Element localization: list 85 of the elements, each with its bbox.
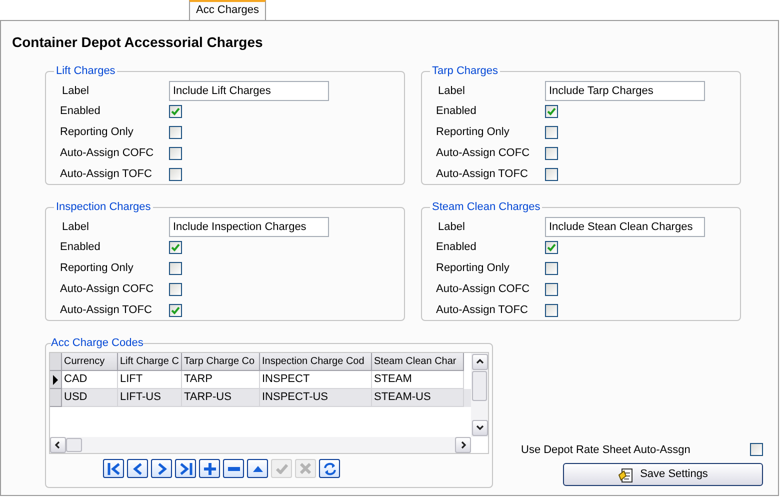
- option-label: Reporting Only: [60, 261, 134, 276]
- checkbox[interactable]: [169, 283, 182, 296]
- checkmark-icon: [276, 464, 288, 474]
- refresh-icon: [322, 462, 336, 476]
- column-header[interactable]: Tarp Charge Co: [182, 353, 260, 371]
- checkbox[interactable]: [545, 126, 558, 139]
- checkbox[interactable]: [169, 126, 182, 139]
- checkbox[interactable]: [545, 147, 558, 160]
- triangle-up-icon: [252, 466, 262, 472]
- option-label: Auto-Assign TOFC: [60, 303, 153, 318]
- navigator-first-button[interactable]: [103, 459, 124, 478]
- navigator-up-button[interactable]: [247, 459, 268, 478]
- option-label: Auto-Assign COFC: [60, 282, 155, 298]
- navigator-remove-button[interactable]: [223, 459, 244, 478]
- next-icon: [156, 462, 166, 474]
- option-label: Enabled: [436, 240, 478, 256]
- save-settings-button[interactable]: Save Settings: [563, 463, 763, 486]
- option-label: Auto-Assign TOFC: [60, 167, 153, 182]
- checkbox[interactable]: [750, 443, 763, 456]
- option-label: Auto-Assign TOFC: [436, 167, 529, 182]
- option-label: Auto-Assign COFC: [60, 146, 155, 162]
- column-header[interactable]: Lift Charge C: [118, 353, 182, 371]
- option-label: Reporting Only: [436, 125, 510, 140]
- minus-icon: [228, 466, 240, 470]
- field-label: Label: [61, 84, 90, 99]
- checkbox[interactable]: [169, 168, 182, 181]
- field-label: Label: [437, 220, 466, 235]
- plus-icon: [204, 462, 216, 474]
- table-cell: LIFT-US: [118, 389, 182, 407]
- tab[interactable]: Acc Charges: [189, 0, 266, 20]
- option-label: Auto-Assign COFC: [436, 282, 531, 298]
- checkbox[interactable]: [545, 241, 558, 254]
- checkbox[interactable]: [545, 168, 558, 181]
- label-field[interactable]: Include Tarp Charges: [545, 81, 705, 101]
- checkbox[interactable]: [545, 304, 558, 317]
- option-label: Enabled: [436, 104, 478, 120]
- group-legend: Acc Charge Codes: [51, 336, 144, 350]
- option-label: Enabled: [60, 104, 102, 120]
- scrollbar-thumb[interactable]: [472, 371, 487, 401]
- column-header[interactable]: Currency: [62, 353, 118, 371]
- horizontal-scrollbar[interactable]: [50, 437, 471, 453]
- auto-assign-label: Use Depot Rate Sheet Auto-Assgn: [521, 442, 690, 458]
- navigator-refresh-button[interactable]: [319, 459, 340, 478]
- navigator-add-button[interactable]: [199, 459, 220, 478]
- checkbox[interactable]: [169, 262, 182, 275]
- column-header[interactable]: Steam Clean Char: [372, 353, 464, 371]
- group-legend: Tarp Charges: [430, 64, 500, 78]
- current-row-icon: [53, 374, 58, 384]
- table-cell: TARP-US: [182, 389, 260, 407]
- scrollbar-thumb[interactable]: [66, 438, 82, 452]
- table-cell: INSPECT-US: [260, 389, 372, 407]
- checkbox[interactable]: [169, 241, 182, 254]
- cross-icon: [300, 463, 311, 474]
- checkbox[interactable]: [169, 105, 182, 118]
- previous-icon: [132, 462, 142, 474]
- group-legend: Lift Charges: [54, 64, 118, 78]
- page-title: Container Depot Accessorial Charges: [12, 33, 264, 51]
- checkbox[interactable]: [545, 262, 558, 275]
- checkbox[interactable]: [545, 283, 558, 296]
- checkbox[interactable]: [545, 105, 558, 118]
- group-legend: Steam Clean Charges: [430, 200, 542, 214]
- label-field[interactable]: Include Lift Charges: [169, 81, 329, 101]
- table-cell: STEAM-US: [372, 389, 464, 407]
- row-indicator[interactable]: [50, 371, 62, 389]
- last-icon: [178, 462, 192, 474]
- field-label: Label: [61, 220, 90, 235]
- option-label: Auto-Assign TOFC: [436, 303, 529, 318]
- navigator-last-button[interactable]: [175, 459, 196, 478]
- option-label: Auto-Assign COFC: [436, 146, 531, 162]
- label-field[interactable]: Include Stean Clean Charges: [545, 217, 705, 237]
- navigator-prev-button[interactable]: [127, 459, 148, 478]
- column-header[interactable]: Inspection Charge Cod: [260, 353, 372, 371]
- navigator-next-button[interactable]: [151, 459, 172, 478]
- first-icon: [106, 462, 120, 474]
- row-header-corner: [50, 353, 62, 371]
- option-label: Enabled: [60, 240, 102, 256]
- label-field[interactable]: Include Inspection Charges: [169, 217, 329, 237]
- table-cell: USD: [62, 389, 118, 407]
- option-label: Reporting Only: [60, 125, 134, 140]
- checkbox[interactable]: [169, 304, 182, 317]
- checkbox[interactable]: [169, 147, 182, 160]
- group-legend: Inspection Charges: [54, 200, 153, 214]
- option-label: Reporting Only: [436, 261, 510, 276]
- field-label: Label: [437, 84, 466, 99]
- vertical-scrollbar[interactable]: [471, 353, 488, 437]
